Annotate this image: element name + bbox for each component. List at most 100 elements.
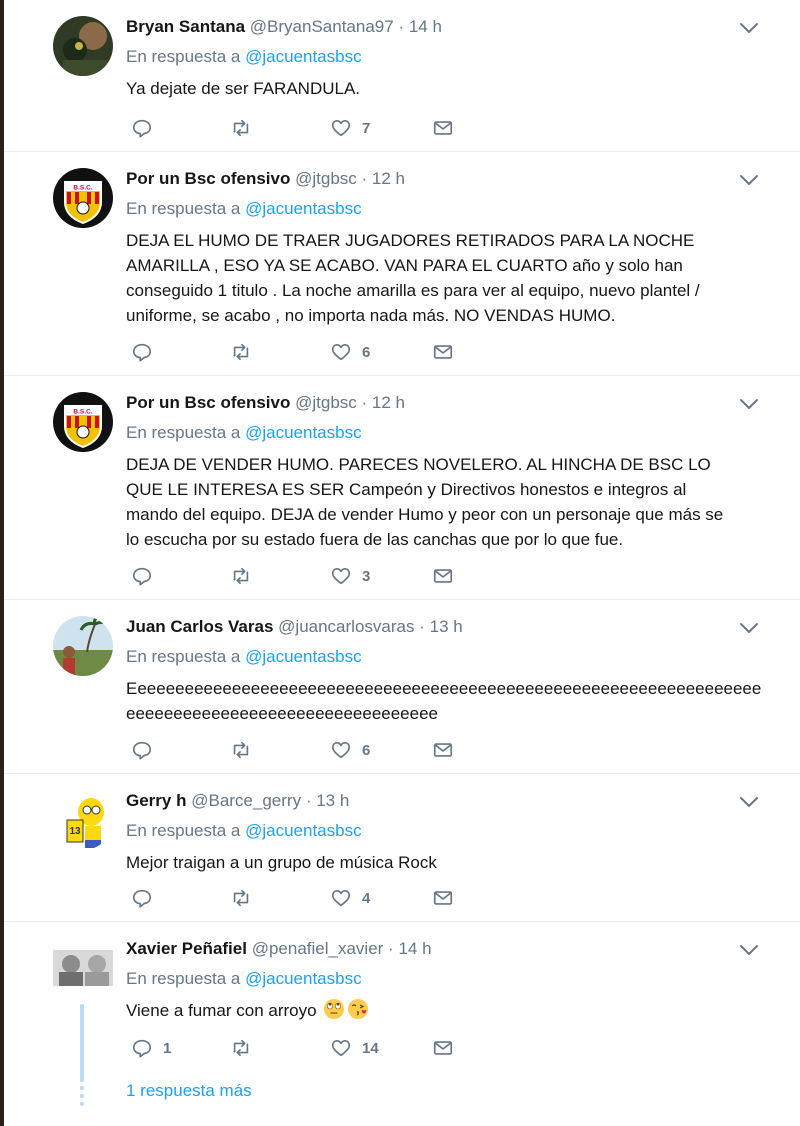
tweet-line: eeeeeeeeeeeeeeeeeeeeeeeeeeeeeeeee <box>126 704 439 723</box>
timestamp[interactable]: 14 h <box>398 939 431 958</box>
display-name[interactable]: Bryan Santana <box>126 17 245 36</box>
chevron-down-icon[interactable] <box>738 172 760 188</box>
retweet-button[interactable] <box>230 340 252 364</box>
svg-text:B.S.C.: B.S.C. <box>73 409 92 416</box>
user-handle[interactable]: @jtgbsc <box>295 393 357 412</box>
reply-context: En respuesta a @jacuentasbsc <box>126 46 362 68</box>
user-handle[interactable]: @jtgbsc <box>295 169 357 188</box>
heart-icon <box>331 1040 351 1057</box>
like-button[interactable]: 14 <box>330 1036 379 1060</box>
reply-prefix: En respuesta a <box>126 969 241 988</box>
avatar[interactable]: B.S.C. <box>53 392 113 452</box>
dm-button[interactable] <box>432 564 454 588</box>
tweet[interactable]: 13 Gerry h @Barce_gerry · 13 h En respue… <box>4 774 800 922</box>
tweet-text: Eeeeeeeeeeeeeeeeeeeeeeeeeeeeeeeeeeeeeeee… <box>126 676 766 726</box>
like-count: 4 <box>362 889 371 907</box>
display-name[interactable]: Por un Bsc ofensivo <box>126 393 290 412</box>
separator-dot: · <box>388 939 394 958</box>
like-count: 7 <box>362 119 371 137</box>
tweet[interactable]: Xavier Peñafiel @penafiel_xavier · 14 h … <box>4 922 800 1126</box>
dm-button[interactable] <box>432 340 454 364</box>
reply-icon <box>132 1039 152 1058</box>
tweet[interactable]: B.S.C. Por un Bsc ofensivo @jtgbsc · 12 … <box>4 152 800 376</box>
reply-context: En respuesta a @jacuentasbsc <box>126 422 362 444</box>
thread-dot <box>80 1094 84 1098</box>
chevron-down-icon[interactable] <box>738 942 760 958</box>
tweet[interactable]: Bryan Santana @BryanSantana97 · 14 h En … <box>4 0 800 152</box>
display-name[interactable]: Por un Bsc ofensivo <box>126 169 290 188</box>
reply-button[interactable]: 1 <box>131 1036 171 1060</box>
user-handle[interactable]: @Barce_gerry <box>191 791 301 810</box>
like-button[interactable]: 7 <box>330 116 370 140</box>
avatar[interactable] <box>53 616 113 676</box>
mention-link[interactable]: @jacuentasbsc <box>245 423 362 442</box>
tweet-line: mando del equipo. DEJA de vender Humo y … <box>126 505 724 524</box>
like-count: 3 <box>362 567 371 585</box>
dm-button[interactable] <box>432 738 454 762</box>
heart-icon <box>331 568 351 585</box>
display-name[interactable]: Juan Carlos Varas <box>126 617 273 636</box>
svg-text:B.S.C.: B.S.C. <box>73 185 92 192</box>
chevron-down-icon[interactable] <box>738 20 760 36</box>
avatar[interactable]: B.S.C. <box>53 168 113 228</box>
mention-link[interactable]: @jacuentasbsc <box>245 969 362 988</box>
user-handle[interactable]: @juancarlosvaras <box>278 617 414 636</box>
timestamp[interactable]: 14 h <box>409 17 442 36</box>
timestamp[interactable]: 12 h <box>372 393 405 412</box>
retweet-button[interactable] <box>230 1036 252 1060</box>
dm-button[interactable] <box>432 1036 454 1060</box>
chevron-down-icon[interactable] <box>738 620 760 636</box>
kiss-emoji <box>348 999 369 1019</box>
like-count: 14 <box>362 1039 379 1057</box>
retweet-button[interactable] <box>230 738 252 762</box>
retweet-button[interactable] <box>230 116 252 140</box>
avatar[interactable]: 13 <box>53 790 113 850</box>
tweet[interactable]: Juan Carlos Varas @juancarlosvaras · 13 … <box>4 600 800 774</box>
reply-prefix: En respuesta a <box>126 647 241 666</box>
display-name[interactable]: Xavier Peñafiel <box>126 939 247 958</box>
tweet-text: DEJA DE VENDER HUMO. PARECES NOVELERO. A… <box>126 452 766 552</box>
avatar[interactable] <box>53 16 113 76</box>
reply-icon <box>132 889 152 908</box>
tweet[interactable]: B.S.C. Por un Bsc ofensivo @jtgbsc · 12 … <box>4 376 800 600</box>
timestamp[interactable]: 13 h <box>316 791 349 810</box>
tweet-line: Ya dejate de ser FARANDULA. <box>126 79 361 98</box>
like-button[interactable]: 6 <box>330 738 370 762</box>
reply-button[interactable] <box>131 886 163 910</box>
dm-button[interactable] <box>432 886 454 910</box>
avatar[interactable] <box>53 950 113 986</box>
like-count: 6 <box>362 343 371 361</box>
tweet-text: Ya dejate de ser FARANDULA. <box>126 76 766 101</box>
dm-button[interactable] <box>432 116 454 140</box>
show-more-replies-link[interactable]: 1 respuesta más <box>126 1080 252 1102</box>
timestamp[interactable]: 13 h <box>430 617 463 636</box>
retweet-icon <box>233 889 249 907</box>
action-bar: 6 <box>126 340 466 364</box>
reply-button[interactable] <box>131 340 163 364</box>
mention-link[interactable]: @jacuentasbsc <box>245 821 362 840</box>
display-name[interactable]: Gerry h <box>126 791 186 810</box>
reply-button[interactable] <box>131 116 163 140</box>
like-button[interactable]: 4 <box>330 886 370 910</box>
reply-prefix: En respuesta a <box>126 47 241 66</box>
mention-link[interactable]: @jacuentasbsc <box>245 647 362 666</box>
envelope-icon <box>433 345 453 359</box>
reply-button[interactable] <box>131 564 163 588</box>
user-handle[interactable]: @penafiel_xavier <box>252 939 384 958</box>
mention-link[interactable]: @jacuentasbsc <box>245 47 362 66</box>
like-button[interactable]: 3 <box>330 564 370 588</box>
chevron-down-icon[interactable] <box>738 396 760 412</box>
chevron-down-icon[interactable] <box>738 794 760 810</box>
user-handle[interactable]: @BryanSantana97 <box>250 17 394 36</box>
mention-link[interactable]: @jacuentasbsc <box>245 199 362 218</box>
separator-dot: · <box>305 791 312 810</box>
timestamp[interactable]: 12 h <box>372 169 405 188</box>
reply-prefix: En respuesta a <box>126 821 241 840</box>
reply-button[interactable] <box>131 738 163 762</box>
action-bar: 4 <box>126 886 466 910</box>
retweet-button[interactable] <box>230 564 252 588</box>
tweet-header: Por un Bsc ofensivo @jtgbsc · 12 h <box>126 168 405 190</box>
like-button[interactable]: 6 <box>330 340 370 364</box>
tweet-header: Por un Bsc ofensivo @jtgbsc · 12 h <box>126 392 405 414</box>
retweet-button[interactable] <box>230 886 252 910</box>
